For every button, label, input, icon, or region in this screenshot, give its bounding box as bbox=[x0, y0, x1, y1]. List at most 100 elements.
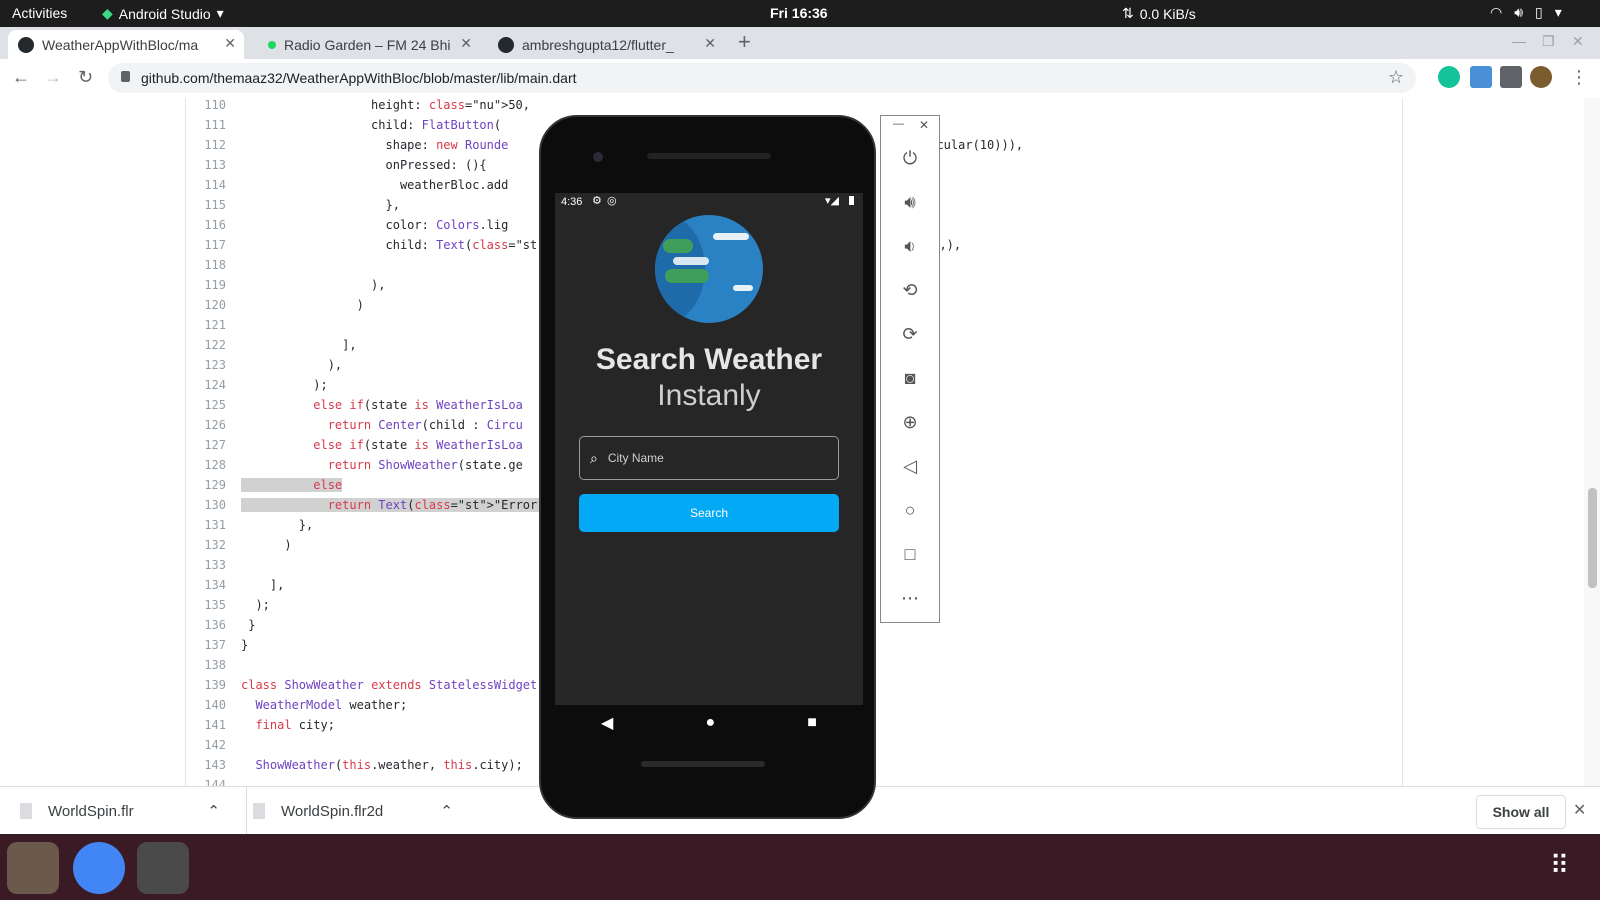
line-number[interactable]: 127 bbox=[186, 438, 226, 452]
back-icon[interactable]: ← bbox=[12, 67, 30, 88]
minimize-icon[interactable]: — bbox=[1512, 33, 1526, 49]
tab-title: WeatherAppWithBloc/ma bbox=[42, 36, 199, 53]
zoom-icon[interactable]: ⊕ bbox=[898, 410, 922, 434]
close-icon[interactable]: ✕ bbox=[704, 35, 716, 52]
line-number[interactable]: 133 bbox=[186, 558, 226, 572]
line-number[interactable]: 128 bbox=[186, 458, 226, 472]
line-number[interactable]: 124 bbox=[186, 378, 226, 392]
line-number[interactable]: 143 bbox=[186, 758, 226, 772]
line-number[interactable]: 141 bbox=[186, 718, 226, 732]
line-number[interactable]: 122 bbox=[186, 338, 226, 352]
code-line: 122 ], bbox=[186, 338, 356, 358]
line-number[interactable]: 121 bbox=[186, 318, 226, 332]
minimize-icon[interactable]: — bbox=[893, 118, 904, 130]
chevron-up-icon[interactable]: ⌃ bbox=[440, 802, 453, 820]
line-number[interactable]: 144 bbox=[186, 778, 226, 786]
rotate-right-icon[interactable]: ⟳ bbox=[898, 322, 922, 346]
scrollbar-thumb[interactable] bbox=[1588, 488, 1597, 588]
app-grid-icon[interactable]: ⠿ bbox=[1550, 850, 1569, 881]
line-number[interactable]: 111 bbox=[186, 118, 226, 132]
bookmark-star-icon[interactable]: ☆ bbox=[1388, 67, 1404, 88]
tab-radio-garden[interactable]: Radio Garden – FM 24 Bhi ✕ bbox=[254, 30, 480, 59]
forward-icon[interactable]: → bbox=[44, 67, 62, 88]
tab-weatherapp[interactable]: WeatherAppWithBloc/ma ✕ bbox=[8, 30, 244, 59]
code-text: else if(state is WeatherIsLoa bbox=[313, 398, 523, 412]
line-number[interactable]: 135 bbox=[186, 598, 226, 612]
line-number[interactable]: 116 bbox=[186, 218, 226, 232]
line-number[interactable]: 118 bbox=[186, 258, 226, 272]
city-name-input[interactable] bbox=[605, 450, 810, 466]
line-number[interactable]: 140 bbox=[186, 698, 226, 712]
close-icon[interactable]: ✕ bbox=[460, 35, 472, 52]
line-number[interactable]: 131 bbox=[186, 518, 226, 532]
scrollbar[interactable] bbox=[1584, 98, 1600, 786]
line-number[interactable]: 110 bbox=[186, 98, 226, 112]
home-icon[interactable]: ○ bbox=[898, 498, 922, 522]
download-item[interactable]: WorldSpin.flr2d ⌃ bbox=[246, 787, 453, 835]
line-number[interactable]: 113 bbox=[186, 158, 226, 172]
volume-up-icon[interactable]: 🔊︎ bbox=[898, 190, 922, 214]
volume-down-icon[interactable]: 🔉︎ bbox=[898, 234, 922, 258]
line-number[interactable]: 123 bbox=[186, 358, 226, 372]
line-number[interactable]: 130 bbox=[186, 498, 226, 512]
home-icon[interactable]: ● bbox=[705, 714, 715, 732]
line-number[interactable]: 112 bbox=[186, 138, 226, 152]
line-number[interactable]: 119 bbox=[186, 278, 226, 292]
puzzle-icon[interactable] bbox=[1500, 66, 1522, 88]
code-line: 132 ) bbox=[186, 538, 291, 558]
maximize-icon[interactable]: ❐ bbox=[1542, 33, 1555, 50]
show-all-button[interactable]: Show all bbox=[1476, 795, 1566, 829]
back-icon[interactable]: ◁ bbox=[898, 454, 922, 478]
chevron-up-icon[interactable]: ⌃ bbox=[207, 802, 220, 820]
tab-flutter[interactable]: ambreshgupta12/flutter_ ✕ bbox=[488, 30, 724, 59]
line-number[interactable]: 120 bbox=[186, 298, 226, 312]
line-number[interactable]: 138 bbox=[186, 658, 226, 672]
app-screen: 4:36 ⚙ ◎ ▾◢ Search Weather Instanly ⌕ Se… bbox=[555, 193, 863, 705]
line-number[interactable]: 142 bbox=[186, 738, 226, 752]
line-number[interactable]: 129 bbox=[186, 478, 226, 492]
extension-icon[interactable] bbox=[1470, 66, 1492, 88]
line-number[interactable]: 126 bbox=[186, 418, 226, 432]
back-icon[interactable]: ◀ bbox=[601, 713, 613, 733]
reload-icon[interactable]: ↻ bbox=[78, 67, 93, 88]
rotate-left-icon[interactable]: ⟲ bbox=[898, 278, 922, 302]
system-menu[interactable]: ◠ 🔊︎ ▯ ▾ bbox=[1490, 4, 1562, 21]
more-icon[interactable]: ⋮ bbox=[1570, 67, 1588, 88]
code-line: 135 ); bbox=[186, 598, 270, 618]
tab-title: ambreshgupta12/flutter_ bbox=[522, 36, 674, 53]
line-number[interactable]: 125 bbox=[186, 398, 226, 412]
avatar[interactable] bbox=[1530, 66, 1552, 88]
recents-icon[interactable]: ■ bbox=[807, 714, 817, 732]
close-icon[interactable]: ✕ bbox=[919, 118, 929, 132]
line-number[interactable]: 132 bbox=[186, 538, 226, 552]
omnibox[interactable]: github.com/themaaz32/WeatherAppWithBloc/… bbox=[108, 63, 1416, 93]
line-number[interactable]: 114 bbox=[186, 178, 226, 192]
close-icon[interactable]: ✕ bbox=[224, 35, 236, 52]
more-icon[interactable]: ⋯ bbox=[898, 586, 922, 610]
clock[interactable]: Fri 16:36 bbox=[770, 5, 828, 21]
activities-button[interactable]: Activities bbox=[12, 5, 67, 21]
files-icon[interactable] bbox=[7, 842, 59, 894]
code-line: 116 color: Colors.lig bbox=[186, 218, 508, 238]
overview-icon[interactable]: □ bbox=[898, 542, 922, 566]
search-button[interactable]: Search bbox=[579, 494, 839, 532]
line-number[interactable]: 134 bbox=[186, 578, 226, 592]
code-line: 117 child: Text(class="st">"Sear bbox=[186, 238, 588, 258]
app-menu-label: Android Studio bbox=[118, 5, 211, 22]
download-item[interactable]: WorldSpin.flr ⌃ bbox=[20, 787, 220, 835]
line-number[interactable]: 139 bbox=[186, 678, 226, 692]
app-menu[interactable]: ◆ Android Studio ▾ bbox=[102, 5, 224, 22]
close-icon[interactable]: ✕ bbox=[1573, 800, 1586, 820]
line-number[interactable]: 115 bbox=[186, 198, 226, 212]
camera-icon[interactable]: ◙ bbox=[898, 366, 922, 390]
line-number[interactable]: 136 bbox=[186, 618, 226, 632]
city-search-field[interactable]: ⌕ bbox=[579, 436, 839, 480]
android-studio-icon[interactable] bbox=[137, 842, 189, 894]
close-window-icon[interactable]: ✕ bbox=[1572, 33, 1584, 50]
chrome-icon[interactable] bbox=[73, 842, 125, 894]
power-icon[interactable]: ⏻ bbox=[898, 146, 922, 170]
new-tab-button[interactable]: + bbox=[738, 29, 751, 55]
line-number[interactable]: 117 bbox=[186, 238, 226, 252]
line-number[interactable]: 137 bbox=[186, 638, 226, 652]
grammarly-icon[interactable] bbox=[1438, 66, 1460, 88]
